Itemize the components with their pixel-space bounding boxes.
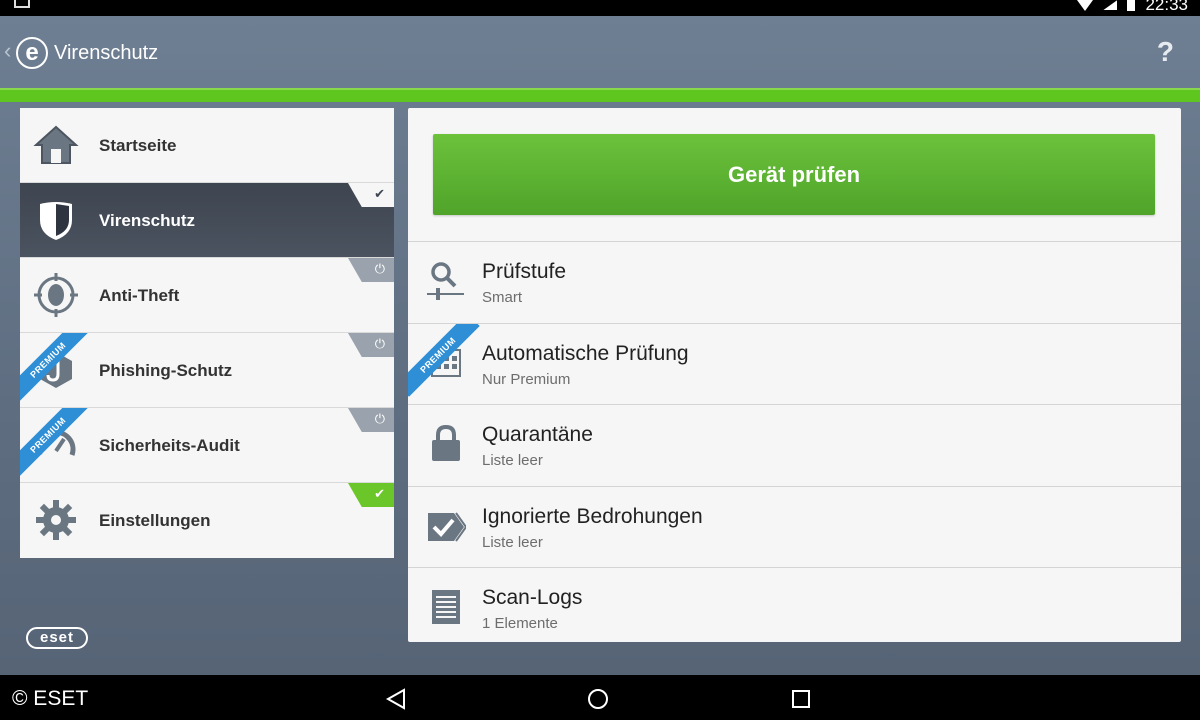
lock-icon	[432, 425, 460, 462]
row-title: Automatische Prüfung	[482, 341, 689, 365]
app-title: Virenschutz	[54, 42, 159, 64]
row-subtitle: Liste leer	[482, 452, 543, 470]
shield-icon	[40, 202, 72, 240]
app-bar: ‹ e Virenschutz ?	[0, 16, 1200, 88]
document-list-icon	[432, 590, 460, 625]
home-circle-icon[interactable]	[586, 687, 610, 711]
sidebar-item-einstellungen[interactable]: Einstellungen ✔	[20, 483, 394, 558]
status-line	[0, 88, 1200, 102]
back-chevron-icon[interactable]: ‹	[4, 40, 11, 62]
check-icon: ✔	[348, 183, 394, 207]
crosshair-icon	[34, 273, 78, 317]
row-title: Prüfstufe	[482, 260, 567, 283]
image-notification-icon	[14, 0, 30, 8]
gear-icon	[36, 500, 76, 540]
list-item-quarantaene[interactable]: Quarantäne Liste leer	[408, 404, 1181, 486]
copyright-text: © ESET	[12, 687, 89, 710]
battery-icon	[1127, 0, 1136, 11]
home-icon	[33, 125, 79, 164]
recents-icon[interactable]	[789, 687, 813, 711]
list-item-automatische-pruefung[interactable]: PREMIUM Automatische Prüfung Nur Premium	[408, 322, 1181, 405]
sidebar-item-label: Sicherheits-Audit	[99, 436, 240, 455]
row-subtitle: 1 Elemente	[482, 615, 558, 633]
status-bar: 22:33	[0, 0, 1200, 16]
signal-icon	[1103, 0, 1118, 10]
power-icon: ⏻	[348, 333, 394, 357]
wifi-icon	[1077, 0, 1094, 11]
eset-logo: eset	[26, 627, 88, 649]
app-window: ‹ e Virenschutz ? Startseite Virenschutz…	[0, 16, 1200, 675]
scan-device-button[interactable]: Gerät prüfen	[433, 134, 1155, 215]
row-title: Ignorierte Bedrohungen	[482, 504, 703, 528]
sidebar-item-label: Einstellungen	[99, 511, 211, 530]
main-panel: Gerät prüfen Prüfstufe Smart PREMIUM Aut…	[408, 108, 1181, 642]
sidebar: Startseite Virenschutz ✔ Anti-Theft ⏻ PR…	[20, 108, 394, 558]
sidebar-item-label: Startseite	[99, 136, 177, 155]
sidebar-item-anti-theft[interactable]: Anti-Theft ⏻	[20, 258, 394, 333]
sidebar-item-phishing-schutz[interactable]: PREMIUM Phishing-Schutz ⏻	[20, 333, 394, 408]
row-subtitle: Nur Premium	[482, 370, 571, 388]
list-item-scan-logs[interactable]: Scan-Logs 1 Elemente	[408, 567, 1181, 642]
row-subtitle: Liste leer	[482, 533, 543, 551]
list-item-ignorierte-bedrohungen[interactable]: Ignorierte Bedrohungen Liste leer	[408, 485, 1181, 568]
status-time: 22:33	[1145, 0, 1188, 14]
power-icon: ⏻	[348, 408, 394, 432]
magnifier-slider-icon	[427, 262, 464, 300]
premium-ribbon: PREMIUM	[408, 323, 480, 397]
eset-app-icon[interactable]: e	[16, 37, 48, 69]
settings-list: Prüfstufe Smart PREMIUM Automatische Prü…	[408, 241, 1181, 642]
row-title: Scan-Logs	[482, 586, 583, 610]
sidebar-item-sicherheits-audit[interactable]: PREMIUM Sicherheits-Audit ⏻	[20, 408, 394, 483]
sidebar-item-virenschutz[interactable]: Virenschutz ✔	[20, 183, 394, 258]
back-icon[interactable]	[384, 687, 408, 711]
check-icon: ✔	[348, 483, 394, 507]
power-icon: ⏻	[348, 258, 394, 282]
row-title: Quarantäne	[482, 423, 593, 447]
sidebar-item-label: Virenschutz	[99, 211, 196, 230]
sidebar-item-label: Anti-Theft	[99, 286, 180, 305]
list-item-pruefstufe[interactable]: Prüfstufe Smart	[408, 241, 1181, 323]
help-button[interactable]: ?	[1157, 36, 1174, 68]
sidebar-item-label: Phishing-Schutz	[99, 361, 233, 380]
system-nav-bar: © ESET	[0, 675, 1200, 720]
row-subtitle: Smart	[482, 289, 523, 306]
sidebar-item-startseite[interactable]: Startseite	[20, 108, 394, 183]
checked-tag-icon	[428, 512, 466, 542]
